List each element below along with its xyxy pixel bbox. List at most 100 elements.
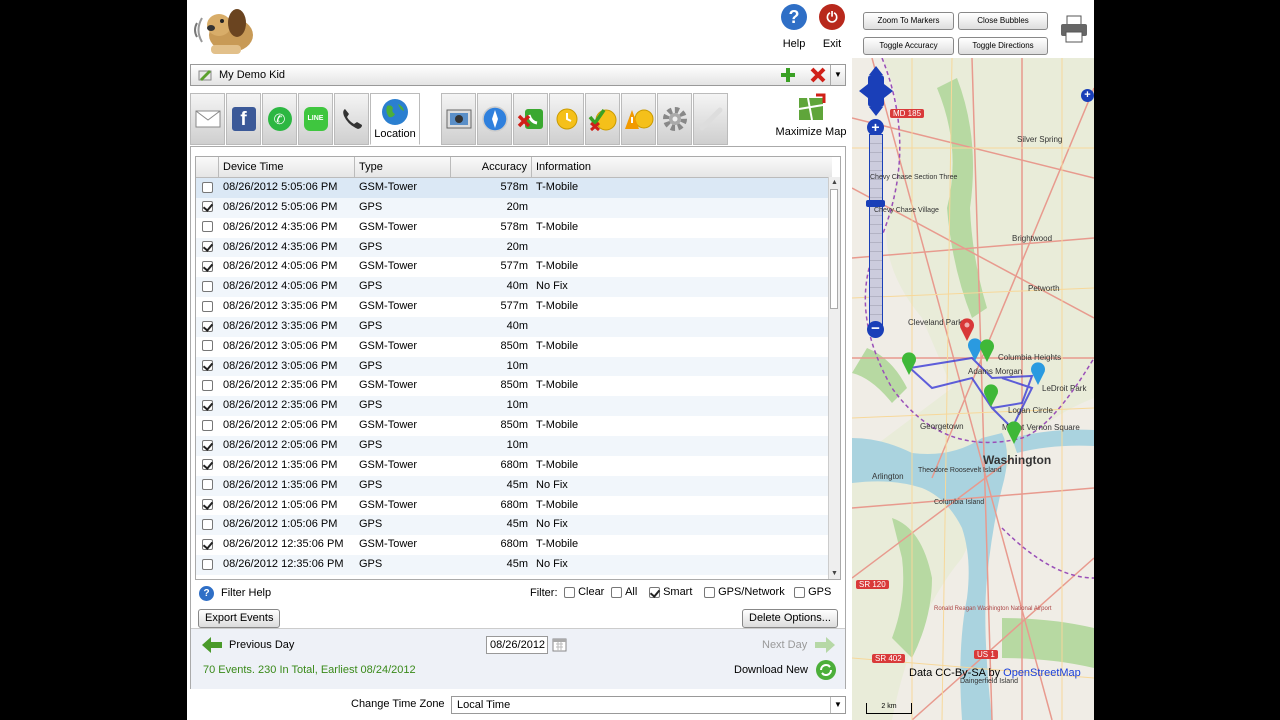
- filter-option-gps-network[interactable]: GPS/Network: [704, 586, 785, 598]
- column-device-time[interactable]: Device Time: [219, 157, 355, 177]
- printer-icon[interactable]: [1059, 14, 1089, 44]
- filter-option-gps[interactable]: GPS: [794, 586, 831, 598]
- table-row[interactable]: 08/26/2012 1:05:06 PM GSM-Tower 680m T-Mobi…: [196, 496, 828, 516]
- filter-checkbox[interactable]: [704, 586, 715, 598]
- filter-checkbox[interactable]: [794, 586, 805, 598]
- row-checkbox[interactable]: [202, 340, 213, 352]
- next-day-arrow-icon[interactable]: [814, 636, 836, 654]
- row-checkbox[interactable]: [202, 439, 213, 451]
- row-checkbox[interactable]: [202, 300, 213, 312]
- calendar-icon[interactable]: [552, 637, 567, 652]
- close-bubbles-button[interactable]: Close Bubbles: [958, 12, 1048, 30]
- tab-location[interactable]: Location: [370, 93, 420, 145]
- row-checkbox[interactable]: [202, 399, 213, 411]
- map-marker-blue[interactable]: [1030, 361, 1046, 385]
- table-row[interactable]: 08/26/2012 1:05:06 PM GPS 45m No Fix: [196, 515, 828, 536]
- table-row[interactable]: 08/26/2012 4:05:06 PM GSM-Tower 577m T-Mobi…: [196, 257, 828, 277]
- table-row[interactable]: 08/26/2012 5:05:06 PM GSM-Tower 578m T-Mobi…: [196, 178, 828, 198]
- tab-phone[interactable]: [334, 93, 369, 145]
- maximize-map-button[interactable]: Maximize Map: [775, 93, 847, 145]
- column-accuracy[interactable]: Accuracy: [451, 157, 532, 177]
- tab-safari[interactable]: [477, 93, 512, 145]
- tab-alerts[interactable]: [549, 93, 584, 145]
- row-checkbox[interactable]: [202, 380, 213, 392]
- add-device-icon[interactable]: [779, 67, 797, 83]
- map-marker-green[interactable]: [901, 351, 917, 375]
- zoom-out-icon[interactable]: −: [867, 321, 884, 338]
- toggle-directions-button[interactable]: Toggle Directions: [958, 37, 1048, 55]
- help-button[interactable]: ? Help: [778, 4, 810, 50]
- row-checkbox[interactable]: [202, 499, 213, 511]
- row-checkbox[interactable]: [202, 181, 213, 193]
- layer-switcher-icon[interactable]: +: [1081, 89, 1094, 102]
- table-row[interactable]: 08/26/2012 12:35:06 PM GPS 45m No Fix: [196, 555, 828, 575]
- table-row[interactable]: 08/26/2012 1:35:06 PM GPS 45m No Fix: [196, 475, 828, 496]
- refresh-icon[interactable]: [815, 659, 837, 681]
- timezone-select[interactable]: Local Time ▼: [451, 696, 846, 714]
- remove-device-icon[interactable]: [809, 67, 827, 83]
- table-row[interactable]: 08/26/2012 1:35:06 PM GSM-Tower 680m T-Mobi…: [196, 456, 828, 476]
- row-checkbox[interactable]: [202, 221, 213, 233]
- tab-blocked-calls[interactable]: [513, 93, 548, 145]
- row-checkbox[interactable]: [202, 479, 213, 491]
- tab-whatsapp[interactable]: ✆: [262, 93, 297, 145]
- export-events-button[interactable]: Export Events: [198, 609, 281, 628]
- row-checkbox[interactable]: [202, 320, 213, 332]
- filter-checkbox[interactable]: [611, 586, 622, 598]
- tab-warnings[interactable]: [621, 93, 656, 145]
- row-checkbox[interactable]: [202, 459, 213, 471]
- zoom-slider-handle[interactable]: [866, 200, 885, 207]
- filter-option-smart[interactable]: Smart: [649, 586, 692, 598]
- delete-options-button[interactable]: Delete Options...: [742, 609, 838, 628]
- table-row[interactable]: 08/26/2012 3:05:06 PM GSM-Tower 850m T-Mobi…: [196, 337, 828, 357]
- previous-day-arrow-icon[interactable]: [201, 636, 223, 654]
- scrollbar-thumb[interactable]: [830, 189, 838, 309]
- table-row[interactable]: 08/26/2012 4:35:06 PM GSM-Tower 578m T-Mobi…: [196, 218, 828, 238]
- filter-option-all[interactable]: All: [611, 586, 637, 598]
- exit-button[interactable]: ⏻ Exit: [816, 4, 848, 50]
- column-information[interactable]: Information: [532, 157, 832, 177]
- tab-facebook[interactable]: f: [226, 93, 261, 145]
- previous-day-link[interactable]: Previous Day: [229, 639, 294, 651]
- row-checkbox[interactable]: [202, 518, 213, 530]
- table-row[interactable]: 08/26/2012 5:05:06 PM GPS 20m: [196, 197, 828, 218]
- filter-checkbox[interactable]: [649, 586, 660, 598]
- tab-line[interactable]: LINE: [298, 93, 333, 145]
- table-row[interactable]: 08/26/2012 3:05:06 PM GPS 10m: [196, 356, 828, 377]
- table-row[interactable]: 08/26/2012 4:35:06 PM GPS 20m: [196, 237, 828, 258]
- filter-help-icon[interactable]: ?: [199, 586, 214, 601]
- device-dropdown-arrow[interactable]: ▼: [830, 65, 845, 85]
- row-checkbox[interactable]: [202, 241, 213, 253]
- row-checkbox[interactable]: [202, 260, 213, 272]
- row-checkbox[interactable]: [202, 538, 213, 550]
- grid-scrollbar[interactable]: ▲ ▼: [828, 177, 840, 579]
- table-row[interactable]: 08/26/2012 3:35:06 PM GSM-Tower 577m T-Mobi…: [196, 297, 828, 317]
- zoom-to-markers-button[interactable]: Zoom To Markers: [863, 12, 954, 30]
- row-checkbox[interactable]: [202, 360, 213, 372]
- tab-email[interactable]: [190, 93, 225, 145]
- row-checkbox[interactable]: [202, 280, 213, 292]
- map-marker-green[interactable]: [1006, 420, 1022, 444]
- timezone-dropdown-arrow[interactable]: ▼: [830, 697, 845, 713]
- row-checkbox[interactable]: [202, 419, 213, 431]
- table-row[interactable]: 08/26/2012 4:05:06 PM GPS 40m No Fix: [196, 277, 828, 298]
- tab-disabled[interactable]: [693, 93, 728, 145]
- table-row[interactable]: 08/26/2012 3:35:06 PM GPS 40m: [196, 316, 828, 337]
- filter-checkbox[interactable]: [564, 586, 575, 598]
- date-field[interactable]: 08/26/2012: [486, 636, 548, 654]
- filter-help-link[interactable]: Filter Help: [221, 587, 271, 599]
- scroll-up-arrow[interactable]: ▲: [830, 178, 839, 188]
- filter-option-clear[interactable]: Clear: [564, 586, 604, 598]
- table-row[interactable]: 08/26/2012 2:35:06 PM GSM-Tower 850m T-Mobi…: [196, 376, 828, 396]
- row-checkbox[interactable]: [202, 201, 213, 213]
- next-day-link[interactable]: Next Day: [762, 639, 807, 651]
- toggle-accuracy-button[interactable]: Toggle Accuracy: [863, 37, 954, 55]
- table-row[interactable]: 08/26/2012 2:05:06 PM GSM-Tower 850m T-Mobi…: [196, 416, 828, 436]
- download-new-link[interactable]: Download New: [734, 664, 808, 676]
- table-row[interactable]: 08/26/2012 12:35:06 PM GSM-Tower 680m T-Mob…: [196, 535, 828, 555]
- tab-settings[interactable]: [657, 93, 692, 145]
- row-checkbox[interactable]: [202, 558, 213, 570]
- openstreetmap-link[interactable]: OpenStreetMap: [1003, 667, 1081, 679]
- table-row[interactable]: 08/26/2012 2:35:06 PM GPS 10m: [196, 396, 828, 417]
- table-row[interactable]: 08/26/2012 2:05:06 PM GPS 10m: [196, 435, 828, 456]
